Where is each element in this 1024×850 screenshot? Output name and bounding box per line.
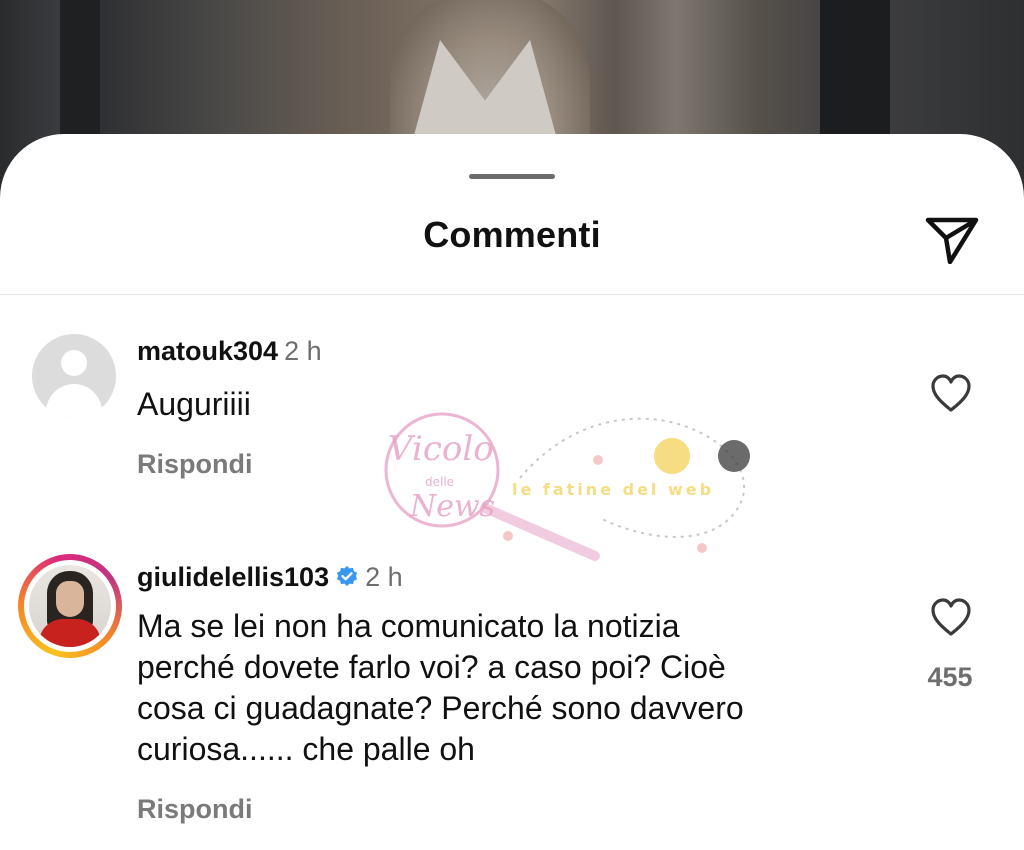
avatar-placeholder-icon bbox=[61, 350, 87, 376]
reply-button[interactable]: Rispondi bbox=[137, 449, 253, 480]
comments-sheet: Commenti matouk304 2 h Auguriiii Rispondi bbox=[0, 134, 1024, 850]
photo-window-frame-left bbox=[60, 0, 100, 140]
sheet-title: Commenti bbox=[423, 214, 601, 255]
avatar-photo-outfit bbox=[39, 619, 101, 647]
comment-text: Auguriiii bbox=[137, 386, 251, 422]
comment-text: Ma se lei non ha comunicato la notizia p… bbox=[137, 608, 744, 767]
avatar[interactable] bbox=[32, 334, 116, 418]
reply-button[interactable]: Rispondi bbox=[137, 794, 253, 825]
header-divider bbox=[0, 294, 1024, 295]
verified-badge-icon bbox=[337, 566, 358, 586]
photo-window-frame-right bbox=[820, 0, 890, 140]
sheet-drag-handle[interactable] bbox=[469, 174, 555, 179]
comment-username[interactable]: giulidelellis103 bbox=[137, 562, 329, 592]
comment-meta: giulidelellis103 2 h bbox=[137, 560, 403, 594]
comment-meta: matouk304 2 h bbox=[137, 334, 322, 368]
share-icon[interactable] bbox=[920, 212, 982, 264]
comment-username[interactable]: matouk304 bbox=[137, 336, 278, 366]
comment-time: 2 h bbox=[365, 562, 403, 592]
screen: Commenti matouk304 2 h Auguriiii Rispondi bbox=[0, 0, 1024, 850]
avatar-photo-face bbox=[56, 581, 84, 617]
like-heart-icon[interactable] bbox=[930, 598, 972, 638]
like-heart-icon[interactable] bbox=[930, 374, 972, 414]
avatar-photo bbox=[29, 565, 111, 647]
avatar[interactable] bbox=[18, 554, 122, 658]
comment-time: 2 h bbox=[284, 336, 322, 366]
like-count: 455 bbox=[927, 662, 973, 692]
avatar-placeholder-body bbox=[46, 384, 102, 418]
